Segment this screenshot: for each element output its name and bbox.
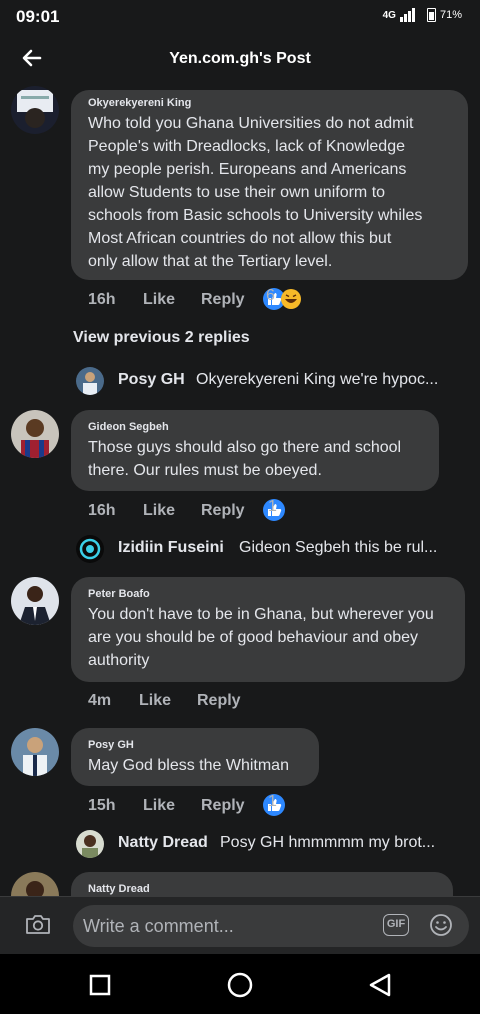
reaction-summary[interactable]: 6 [262, 287, 302, 311]
comment-input-placeholder: Write a comment... [83, 916, 234, 936]
comment-input[interactable]: Write a comment... GIF [73, 905, 469, 947]
like-button[interactable]: Like [143, 797, 175, 815]
post-header: Yen.com.gh's Post [0, 34, 480, 84]
comment-time: 16h [88, 291, 116, 308]
reaction-count: 1 [268, 498, 277, 515]
comment-time: 4m [88, 692, 112, 709]
home-icon[interactable] [225, 970, 255, 1000]
comment-actions: 15h Like Reply 1 [88, 793, 458, 821]
comment-actions: 4m Like Reply [88, 692, 458, 716]
like-button[interactable]: Like [143, 291, 175, 309]
reaction-summary[interactable]: 1 [262, 498, 286, 522]
back-nav-icon[interactable] [365, 970, 395, 1000]
avatar[interactable] [11, 86, 59, 134]
like-button[interactable]: Like [143, 502, 175, 520]
page-title: Yen.com.gh's Post [169, 50, 311, 67]
gif-button[interactable]: GIF [383, 914, 409, 936]
reply-snippet: Gideon Segbeh this be rul... [239, 539, 438, 556]
comment-author[interactable]: Peter Boafo [88, 588, 150, 600]
reply-button[interactable]: Reply [201, 502, 245, 520]
view-previous-replies-link[interactable]: View previous 2 replies [73, 329, 250, 347]
comment-time: 15h [88, 797, 116, 814]
reply-snippet: Okyerekyereni King we're hypoc... [196, 371, 439, 388]
comment-text: Who told you Ghana Universities do not a… [88, 115, 423, 270]
reply-button[interactable]: Reply [197, 692, 241, 710]
battery-level: 71% [439, 9, 462, 21]
reaction-count: 6 [266, 287, 275, 304]
comments-feed[interactable]: Okyerekyereni King Who told you Ghana Un… [0, 84, 480, 896]
avatar[interactable] [11, 577, 59, 625]
reply-preview[interactable]: Posy GH Okyerekyereni King we're hypoc..… [76, 367, 456, 395]
haha-reaction-icon [281, 289, 301, 309]
comment-bubble[interactable]: Posy GH May God bless the Whitman [71, 728, 319, 786]
comment-author[interactable]: Gideon Segbeh [88, 421, 169, 433]
reply-author[interactable]: Izidiin Fuseini [118, 539, 224, 557]
battery-icon [426, 8, 436, 22]
reply-snippet: Posy GH hmmmmm my brot... [220, 834, 436, 851]
avatar[interactable] [11, 728, 59, 776]
status-time: 09:01 [16, 7, 60, 26]
avatar[interactable] [76, 830, 104, 858]
comment-actions: 16h Like Reply 1 [88, 498, 458, 526]
status-icons: 4G 71% [383, 8, 462, 22]
avatar[interactable] [11, 872, 59, 896]
comment-author[interactable]: Posy GH [88, 739, 134, 751]
reply-button[interactable]: Reply [201, 291, 245, 309]
comment-bubble[interactable]: Natty Dread [71, 872, 453, 896]
avatar[interactable] [11, 410, 59, 458]
like-button[interactable]: Like [139, 692, 171, 710]
signal-icon [399, 8, 415, 22]
status-bar: 09:01 4G 71% [0, 0, 480, 34]
reply-button[interactable]: Reply [201, 797, 245, 815]
avatar[interactable] [76, 367, 104, 395]
comment-time: 16h [88, 502, 116, 519]
reply-author[interactable]: Posy GH [118, 371, 185, 389]
comment-actions: 16h Like Reply 6 [88, 287, 458, 315]
camera-icon[interactable] [25, 913, 51, 935]
reply-author[interactable]: Natty Dread [118, 834, 208, 852]
comment-text: You don't have to be in Ghana, but where… [88, 606, 434, 669]
comment-text: May God bless the Whitman [88, 757, 289, 774]
reaction-count: 1 [268, 793, 277, 810]
reply-preview[interactable]: Izidiin Fuseini Gideon Segbeh this be ru… [76, 535, 456, 563]
comment-bubble[interactable]: Peter Boafo You don't have to be in Ghan… [71, 577, 465, 682]
comment-composer: Write a comment... GIF [0, 896, 480, 954]
comment-bubble[interactable]: Okyerekyereni King Who told you Ghana Un… [71, 90, 468, 280]
avatar[interactable] [76, 535, 104, 563]
emoji-icon[interactable] [429, 913, 453, 937]
comment-author[interactable]: Natty Dread [88, 883, 150, 895]
comment-text: Those guys should also go there and scho… [88, 439, 402, 479]
comment-author[interactable]: Okyerekyereni King [88, 97, 191, 109]
system-navigation-bar [0, 954, 480, 1014]
reaction-summary[interactable]: 1 [262, 793, 286, 817]
comment-bubble[interactable]: Gideon Segbeh Those guys should also go … [71, 410, 439, 491]
network-type-label: 4G [382, 9, 396, 21]
recent-apps-icon[interactable] [85, 970, 115, 1000]
reply-preview[interactable]: Natty Dread Posy GH hmmmmm my brot... [76, 830, 456, 858]
